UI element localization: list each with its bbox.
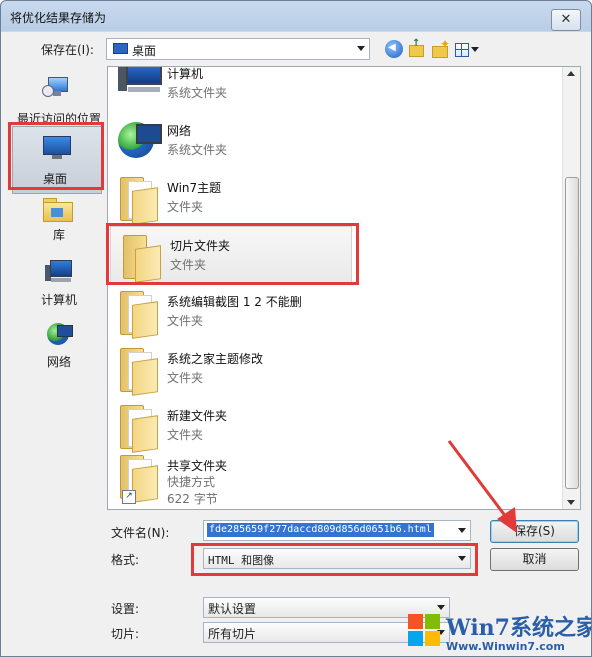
slices-value: 所有切片 bbox=[208, 627, 257, 641]
item-type: 系统文件夹 bbox=[167, 86, 228, 100]
item-type: 文件夹 bbox=[167, 428, 204, 442]
scroll-down-icon[interactable] bbox=[567, 500, 575, 505]
item-size: 622 字节 bbox=[167, 492, 218, 506]
folder-icon bbox=[118, 175, 158, 225]
network-icon bbox=[118, 118, 162, 162]
item-name: 系统之家主题修改 bbox=[167, 352, 264, 366]
new-folder-icon[interactable]: ✦ bbox=[431, 37, 450, 58]
place-label: 网络 bbox=[46, 355, 71, 369]
filename-value: fde285659f277daccd809d856d0651b6.html bbox=[207, 523, 434, 537]
save-dialog: 将优化结果存储为 ✕ 保存在(I): 桌面 ↑ ✦ 最近访问的位置 桌面 库 bbox=[0, 0, 592, 657]
up-folder-icon[interactable]: ↑ bbox=[407, 38, 425, 58]
list-item[interactable]: 网络 系统文件夹 bbox=[108, 112, 562, 169]
title-bar: 将优化结果存储为 ✕ bbox=[1, 1, 591, 35]
computer-icon bbox=[118, 67, 162, 97]
highlight-selected-folder bbox=[106, 223, 359, 285]
slices-label: 切片: bbox=[111, 627, 140, 641]
list-item[interactable]: Win7主题 文件夹 bbox=[108, 169, 562, 226]
watermark-brand: Win7系统之家 bbox=[446, 615, 592, 641]
highlight-format bbox=[191, 543, 478, 576]
network-icon bbox=[45, 321, 73, 349]
close-button[interactable]: ✕ bbox=[551, 9, 581, 31]
chevron-down-icon bbox=[357, 46, 365, 51]
place-label: 库 bbox=[52, 228, 65, 242]
folder-icon bbox=[118, 289, 158, 339]
item-type: 快捷方式 bbox=[167, 475, 216, 489]
shortcut-folder-icon: ↗ bbox=[118, 453, 158, 504]
save-in-dropdown[interactable]: 桌面 bbox=[106, 38, 370, 60]
item-type: 文件夹 bbox=[167, 200, 204, 214]
computer-icon bbox=[45, 259, 75, 285]
file-list[interactable]: 计算机 系统文件夹 网络 系统文件夹 Win7主题 文件夹 切片文件夹 文件夹 … bbox=[107, 66, 581, 510]
scroll-up-icon[interactable] bbox=[567, 71, 575, 76]
recent-places-icon bbox=[42, 75, 70, 99]
back-icon[interactable] bbox=[385, 40, 403, 58]
item-name: 新建文件夹 bbox=[167, 409, 228, 423]
place-label: 计算机 bbox=[40, 293, 77, 307]
filename-input[interactable]: fde285659f277daccd809d856d0651b6.html bbox=[203, 520, 471, 541]
item-type: 系统文件夹 bbox=[167, 143, 228, 157]
save-button[interactable]: 保存(S) bbox=[490, 520, 579, 543]
folder-icon bbox=[118, 403, 158, 453]
item-name: 网络 bbox=[167, 124, 192, 138]
settings-label: 设置: bbox=[111, 602, 140, 616]
scroll-thumb[interactable] bbox=[565, 177, 579, 489]
folder-icon bbox=[118, 346, 158, 396]
item-type: 文件夹 bbox=[167, 371, 204, 385]
cancel-button[interactable]: 取消 bbox=[490, 548, 579, 571]
item-name: 共享文件夹 bbox=[167, 459, 228, 473]
item-name: 计算机 bbox=[167, 67, 204, 81]
list-item[interactable]: 系统编辑截图 1 2 不能删 文件夹 bbox=[108, 283, 562, 340]
window-title: 将优化结果存储为 bbox=[10, 11, 107, 25]
highlight-desktop bbox=[8, 122, 104, 190]
place-network[interactable]: 网络 bbox=[9, 318, 109, 378]
item-name: 系统编辑截图 1 2 不能删 bbox=[167, 295, 302, 309]
list-item[interactable]: 系统之家主题修改 文件夹 bbox=[108, 340, 562, 397]
filename-label: 文件名(N): bbox=[111, 526, 170, 540]
item-name: Win7主题 bbox=[167, 181, 222, 195]
watermark-logo: Win7系统之家 Www.Winwin7.com bbox=[406, 606, 591, 656]
dialog-body: 保存在(I): 桌面 ↑ ✦ 最近访问的位置 桌面 库 计 bbox=[1, 32, 591, 656]
place-library[interactable]: 库 bbox=[9, 194, 109, 254]
save-in-label: 保存在(I): bbox=[41, 43, 94, 57]
vertical-scrollbar[interactable] bbox=[562, 67, 580, 509]
place-computer[interactable]: 计算机 bbox=[9, 256, 109, 316]
list-item[interactable]: 新建文件夹 文件夹 bbox=[108, 397, 562, 454]
list-item[interactable]: ↗ 共享文件夹 快捷方式 622 字节 bbox=[108, 447, 562, 509]
chevron-down-icon[interactable] bbox=[458, 528, 466, 533]
views-menu-icon[interactable] bbox=[454, 40, 480, 58]
item-type: 文件夹 bbox=[167, 314, 204, 328]
library-icon bbox=[43, 197, 73, 222]
desktop-icon bbox=[113, 43, 128, 54]
settings-value: 默认设置 bbox=[208, 602, 257, 616]
format-label: 格式: bbox=[111, 553, 140, 567]
save-in-value: 桌面 bbox=[132, 44, 157, 58]
watermark-url: Www.Winwin7.com bbox=[446, 640, 565, 653]
windows-logo-icon bbox=[406, 612, 442, 648]
